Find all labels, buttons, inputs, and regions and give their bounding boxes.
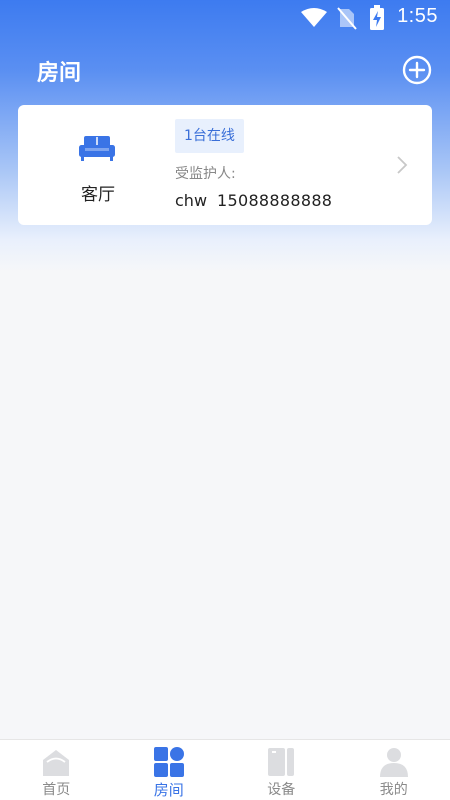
monitored-person-phone: 15088888888 <box>217 191 333 210</box>
bottom-nav: 首页 房间 设备 我的 <box>0 739 450 800</box>
no-sim-icon <box>337 7 357 30</box>
room-name: 客厅 <box>81 185 115 205</box>
online-status-badge: 1台在线 <box>175 119 244 153</box>
battery-charging-icon <box>370 5 384 30</box>
person-icon <box>379 748 408 777</box>
nav-label-rooms: 房间 <box>153 781 184 799</box>
home-icon <box>43 750 70 776</box>
nav-label-mine: 我的 <box>379 782 408 798</box>
nav-label-home: 首页 <box>42 782 71 798</box>
page-title: 房间 <box>37 61 82 86</box>
plus-circle-icon[interactable] <box>402 55 432 85</box>
nav-item-mine[interactable]: 我的 <box>338 740 450 800</box>
screen: 1:55 房间 客厅 1台在线 受监护人: chw 15088888888 首页… <box>0 0 450 800</box>
nav-item-devices[interactable]: 设备 <box>225 740 338 800</box>
nav-item-home[interactable]: 首页 <box>0 740 113 800</box>
nav-item-rooms[interactable]: 房间 <box>113 740 226 800</box>
rooms-grid-icon <box>153 747 184 777</box>
status-time: 1:55 <box>397 5 438 27</box>
sofa-icon <box>79 136 115 161</box>
monitored-person-name: chw <box>175 191 208 210</box>
monitored-person-label: 受监护人: <box>175 166 236 182</box>
nav-label-devices: 设备 <box>267 782 296 798</box>
wifi-icon <box>301 8 327 27</box>
room-card[interactable]: 客厅 1台在线 受监护人: chw 15088888888 <box>18 105 432 225</box>
device-icon <box>268 748 295 776</box>
status-bar: 1:55 <box>0 0 450 36</box>
chevron-right-icon <box>397 156 408 174</box>
